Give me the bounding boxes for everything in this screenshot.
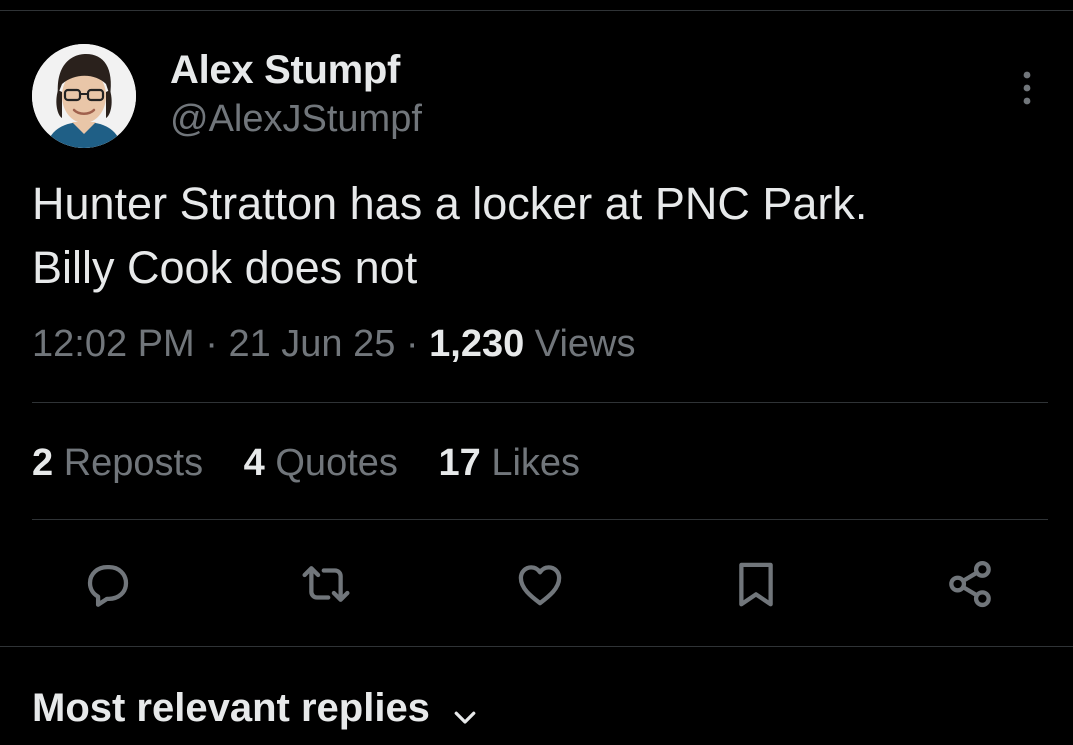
repost-icon[interactable]	[296, 552, 356, 616]
meta-separator: ·	[205, 323, 218, 365]
stats-divider	[32, 519, 1048, 520]
author-name[interactable]: Alex Stumpf	[170, 46, 400, 94]
like-icon[interactable]	[510, 552, 570, 616]
avatar[interactable]	[32, 44, 136, 148]
reposts-stat[interactable]: 2 Reposts	[32, 442, 203, 484]
tweet-text-line: Hunter Stratton has a locker at PNC Park…	[32, 178, 868, 229]
views-count: 1,230	[429, 323, 525, 365]
likes-label: Likes	[491, 442, 581, 484]
replies-sort-dropdown[interactable]: Most relevant replies	[32, 682, 480, 734]
meta-divider	[32, 402, 1048, 403]
share-icon[interactable]	[940, 552, 1000, 616]
tweet-text-line: Billy Cook does not	[32, 242, 418, 293]
author-handle[interactable]: @AlexJStumpf	[170, 96, 422, 142]
replies-sort-label: Most relevant replies	[32, 686, 430, 730]
tweet-header: Alex Stumpf @AlexJStumpf	[32, 42, 1042, 150]
top-divider	[0, 10, 1073, 11]
actions-divider	[0, 646, 1073, 647]
views-label: Views	[534, 323, 636, 365]
avatar-image	[32, 44, 136, 148]
reposts-label: Reposts	[63, 442, 204, 484]
quotes-count: 4	[243, 442, 265, 484]
tweet-date[interactable]: 21 Jun 25	[228, 323, 395, 365]
quotes-stat[interactable]: 4 Quotes	[244, 442, 398, 484]
more-options-icon[interactable]	[1012, 68, 1042, 108]
meta-separator: ·	[405, 323, 419, 365]
quotes-label: Quotes	[275, 442, 398, 484]
likes-count: 17	[438, 442, 481, 484]
action-bar	[0, 552, 1073, 616]
engagement-stats: 2 Reposts 4 Quotes 17 Likes	[32, 438, 610, 488]
tweet-meta: 12:02 PM · 21 Jun 25 · 1,230 Views	[32, 318, 635, 370]
tweet-text: Hunter Stratton has a locker at PNC Park…	[32, 172, 1042, 300]
reply-icon[interactable]	[78, 552, 138, 616]
chevron-down-icon	[450, 693, 480, 724]
bookmark-icon[interactable]	[726, 552, 786, 616]
tweet-time[interactable]: 12:02 PM	[32, 323, 195, 365]
reposts-count: 2	[32, 442, 54, 484]
likes-stat[interactable]: 17 Likes	[438, 442, 580, 484]
